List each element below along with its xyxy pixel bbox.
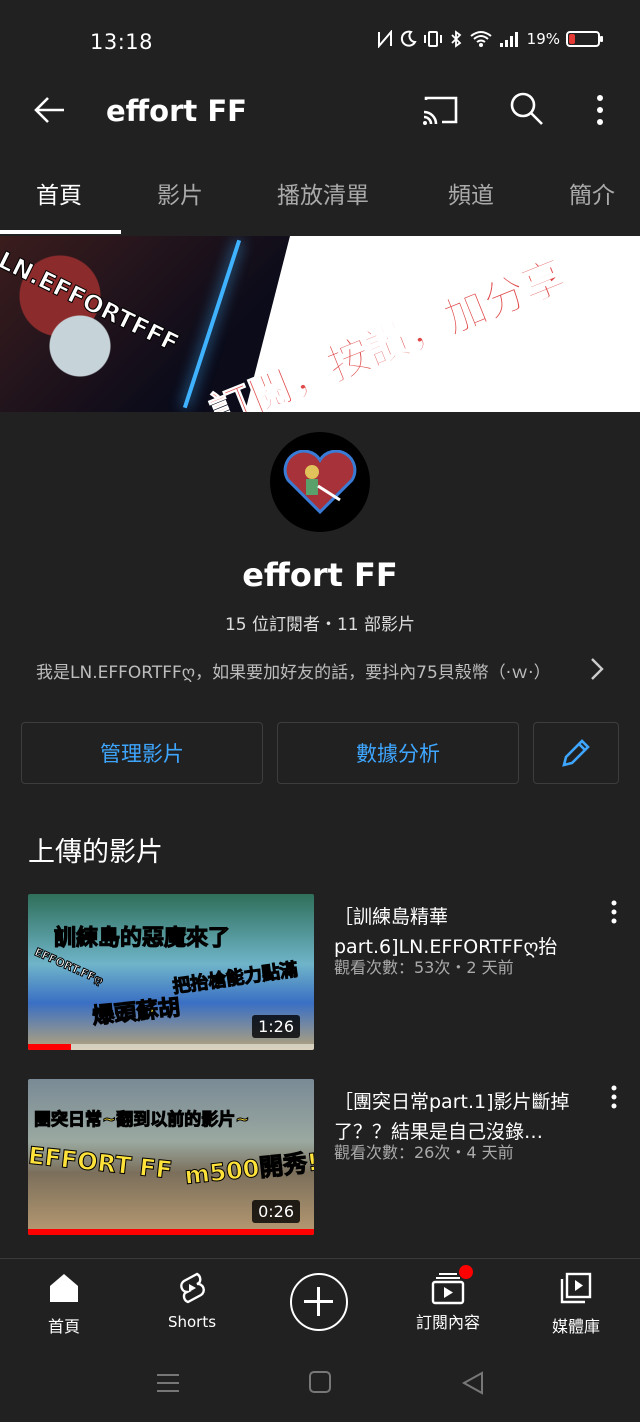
thumbnail-caption: 把抬槍能力點滿 (171, 959, 300, 998)
create-button[interactable] (290, 1273, 348, 1331)
recents-menu-icon[interactable] (155, 1370, 181, 1396)
battery-icon (566, 31, 603, 47)
channel-stats: 15 位訂閱者・11 部影片 (224, 615, 416, 635)
video-item[interactable]: 團突日常~翻到以前的影片~ EFFORT FF m500開秀! 0:26 ［團突… (0, 1079, 640, 1239)
channel-name: effort FF (242, 556, 398, 594)
wifi-icon (470, 31, 492, 47)
thumbnail-caption: EFFORT FF (28, 1141, 174, 1185)
video-item[interactable]: 訓練島的惡魔來了 把抬槍能力點滿 爆頭蘇胡 EFFORT.FFღ 1:26 ［訓… (0, 894, 640, 1054)
channel-avatar[interactable] (270, 432, 370, 532)
thumbnail-caption: m500開秀! (183, 1148, 314, 1191)
status-icons: 19% (377, 30, 603, 48)
channel-description[interactable]: 我是LN.EFFORTFFღ，如果要加好友的話，要抖內75貝殼幣（·ｗ·） (36, 658, 596, 683)
nav-home[interactable]: 首頁 (14, 1271, 114, 1337)
video-meta: 觀看次數：53次・2 天前 (334, 958, 514, 977)
tab-videos[interactable]: 影片 (157, 176, 203, 210)
plus-icon (304, 1287, 333, 1316)
status-time: 13:18 (90, 30, 154, 54)
nav-subscriptions[interactable]: 訂閱內容 (398, 1265, 498, 1333)
battery-percent: 19% (526, 30, 560, 48)
channel-title: effort FF (106, 94, 247, 128)
pencil-icon (562, 739, 590, 767)
nav-label: 訂閱內容 (415, 1313, 480, 1332)
signal-icon (499, 32, 518, 47)
subscriptions-icon (431, 1265, 473, 1305)
thumbnail-caption: 團突日常~翻到以前的影片~ (34, 1110, 250, 1131)
video-title[interactable]: ［團突日常part.1]影片斷掉了？？結果是自己沒錄… (334, 1087, 588, 1147)
watch-progress-fill (28, 1044, 71, 1050)
notification-dot (459, 1265, 473, 1279)
back-triangle-icon[interactable] (460, 1370, 486, 1396)
nfc-icon (377, 30, 392, 48)
cast-icon[interactable] (420, 90, 460, 130)
analytics-button[interactable]: 數據分析 (277, 722, 519, 784)
thumbnail-caption: 訓練島的惡魔來了 (53, 926, 231, 952)
uploads-section-title: 上傳的影片 (28, 837, 163, 868)
back-arrow-icon[interactable] (30, 90, 70, 130)
tab-about[interactable]: 簡介 (569, 176, 615, 210)
video-more-icon[interactable] (606, 1083, 622, 1113)
system-navigation-bar (0, 1344, 640, 1422)
app-bar: effort FF (0, 84, 640, 140)
video-more-icon[interactable] (606, 898, 622, 928)
library-icon (560, 1272, 592, 1304)
shorts-icon (180, 1272, 205, 1304)
bottom-navigation: 首頁 Shorts 訂閱內容 媒體庫 (0, 1258, 640, 1344)
vibrate-icon (423, 31, 442, 47)
nav-shorts[interactable]: Shorts (142, 1271, 242, 1331)
heart-avatar-art (283, 450, 357, 514)
tab-home[interactable]: 首頁 (36, 176, 82, 210)
video-title[interactable]: ［訓練島精華part.6]LN.EFFORTFFღ抬槍… (334, 902, 588, 962)
nav-label: 首頁 (47, 1317, 80, 1336)
tab-channels[interactable]: 頻道 (448, 176, 494, 210)
video-meta: 觀看次數：26次・4 天前 (334, 1143, 514, 1162)
manage-videos-button[interactable]: 管理影片 (21, 722, 263, 784)
video-thumbnail[interactable]: 訓練島的惡魔來了 把抬槍能力點滿 爆頭蘇胡 EFFORT.FFღ 1:26 (28, 894, 314, 1050)
channel-banner: LN.EFFORTFFF 訂閱，按讚，加分享 (0, 236, 640, 412)
edit-channel-button[interactable] (533, 722, 619, 784)
home-square-icon[interactable] (308, 1370, 332, 1394)
moon-icon (400, 30, 417, 47)
home-icon (50, 1274, 78, 1302)
video-duration: 1:26 (252, 1015, 300, 1038)
channel-tabs: 首頁 影片 播放清單 頻道 簡介 (0, 166, 640, 236)
thumbnail-caption: 爆頭蘇胡 (91, 995, 182, 1030)
nav-label: 媒體庫 (551, 1317, 600, 1336)
more-options-icon[interactable] (588, 88, 612, 128)
chevron-right-icon[interactable] (586, 654, 608, 684)
bluetooth-icon (451, 30, 462, 48)
video-thumbnail[interactable]: 團突日常~翻到以前的影片~ EFFORT FF m500開秀! 0:26 (28, 1079, 314, 1235)
nav-library[interactable]: 媒體庫 (526, 1271, 626, 1337)
status-bar: 13:18 19% (0, 0, 640, 84)
search-icon[interactable] (506, 88, 546, 128)
tab-playlists[interactable]: 播放清單 (277, 176, 369, 210)
video-duration: 0:26 (252, 1200, 300, 1223)
watch-progress (28, 1229, 314, 1235)
active-tab-indicator (0, 230, 121, 234)
nav-label: Shorts (167, 1313, 217, 1331)
watch-progress-fill (28, 1229, 314, 1235)
watch-progress (28, 1044, 314, 1050)
